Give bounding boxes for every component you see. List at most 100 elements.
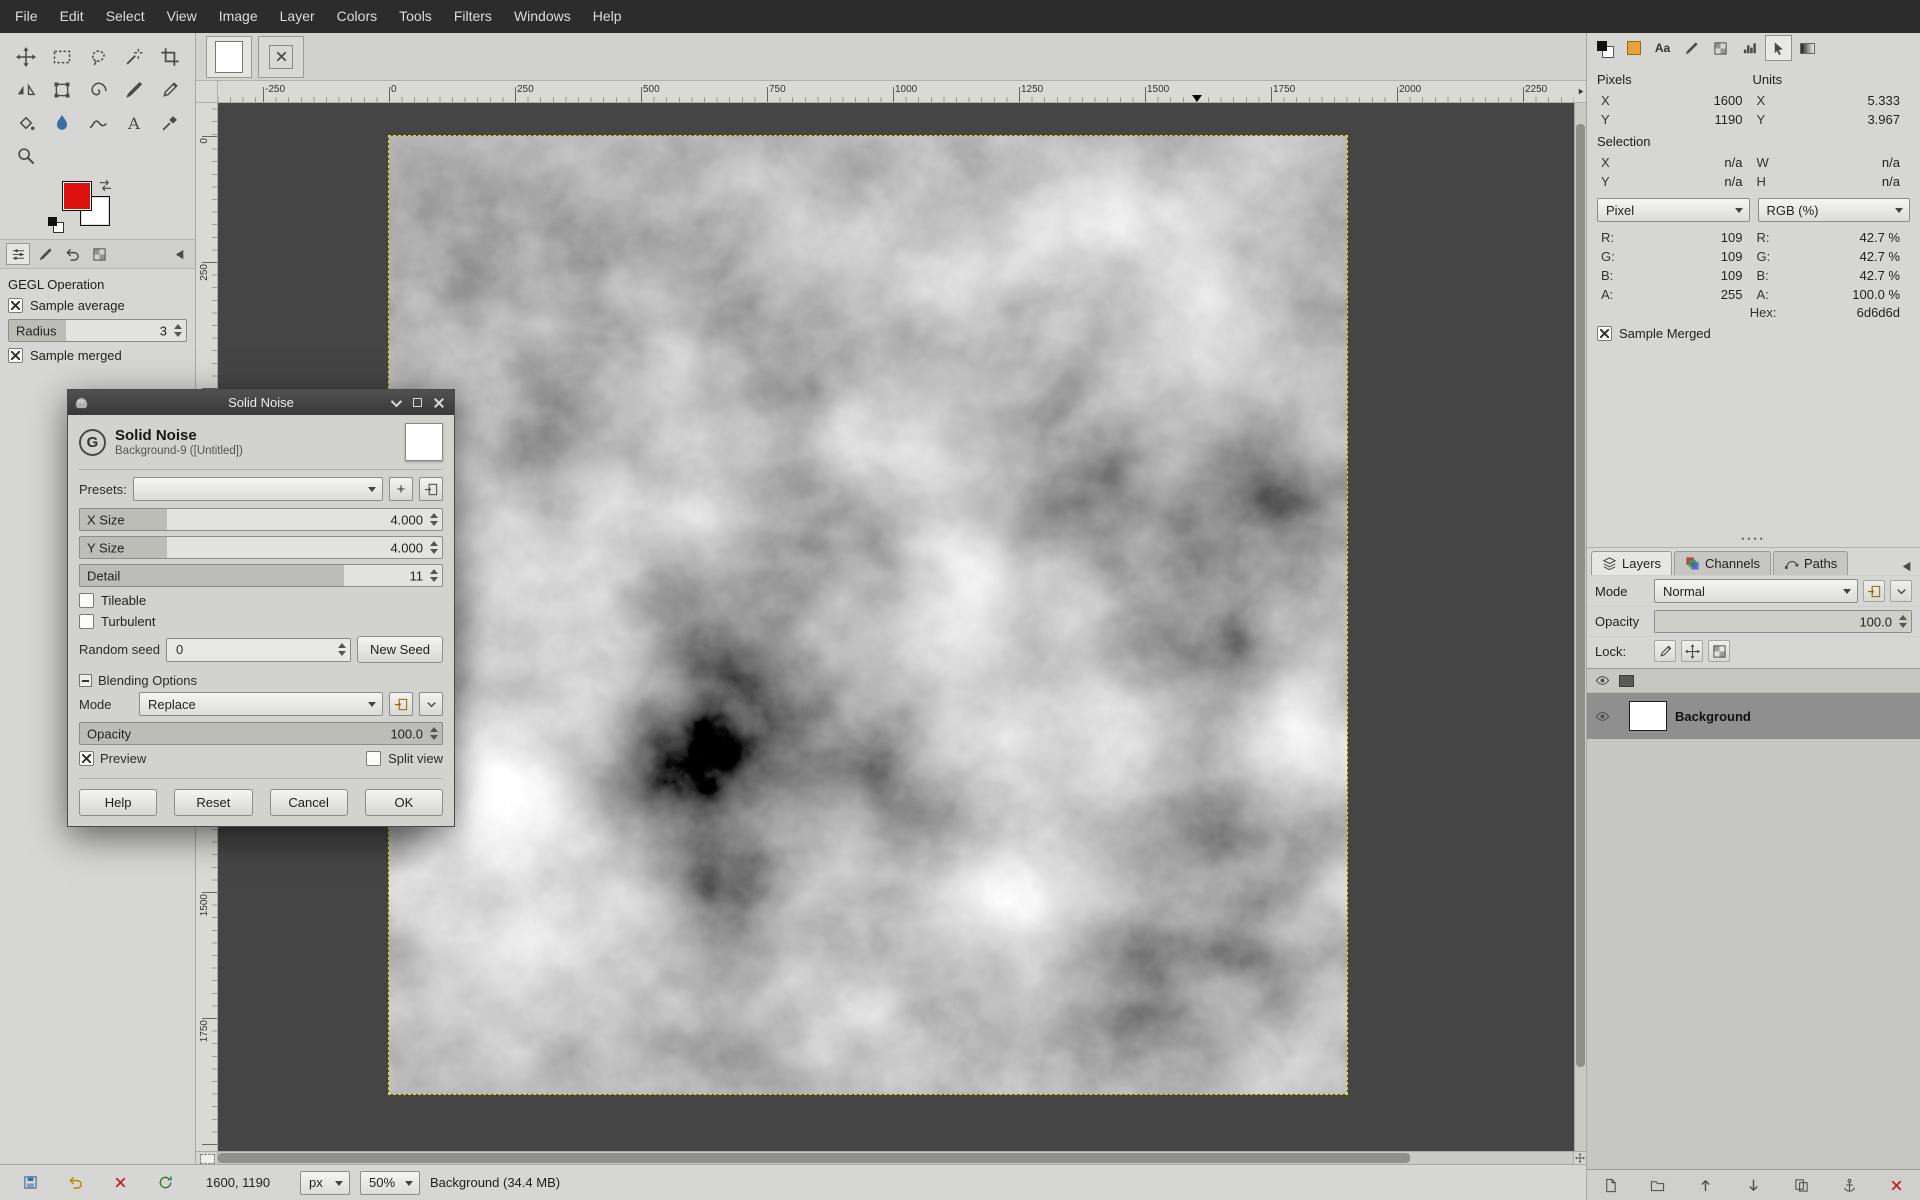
menu-select[interactable]: Select xyxy=(95,0,156,33)
y-size-spinner[interactable] xyxy=(428,537,440,558)
presets-select[interactable] xyxy=(133,477,383,501)
layer-row-background[interactable]: Background xyxy=(1587,693,1920,739)
mode-select[interactable]: Replace xyxy=(139,692,383,716)
menu-help[interactable]: Help xyxy=(582,0,633,33)
sample-average-checkbox[interactable] xyxy=(8,298,23,313)
menu-edit[interactable]: Edit xyxy=(49,0,95,33)
device-status-tab[interactable] xyxy=(33,243,57,265)
menu-file[interactable]: File xyxy=(4,0,49,33)
brushes-dock-tab[interactable] xyxy=(1678,35,1705,61)
opacity-slider[interactable]: Opacity 100.0 xyxy=(79,722,443,745)
preview-checkbox[interactable] xyxy=(79,751,94,766)
dialog-titlebar[interactable]: Solid Noise xyxy=(68,390,454,415)
unit-select[interactable]: px xyxy=(300,1171,350,1195)
lock-alpha-button[interactable] xyxy=(1708,640,1730,662)
radius-spinner[interactable] xyxy=(172,320,184,341)
lock-pixels-button[interactable] xyxy=(1654,640,1676,662)
help-button[interactable]: Help xyxy=(79,789,157,816)
new-layer-button[interactable] xyxy=(1597,1173,1623,1197)
maximize-button[interactable] xyxy=(408,394,426,412)
layer-opacity-slider[interactable]: 100.0 xyxy=(1654,610,1912,633)
manage-presets-button[interactable] xyxy=(419,477,443,501)
mode-menu-button[interactable] xyxy=(419,692,443,716)
new-seed-button[interactable]: New Seed xyxy=(357,636,443,663)
mode-menu-button[interactable] xyxy=(1890,580,1912,602)
detail-slider[interactable]: Detail 11 xyxy=(79,564,443,587)
blend-space-button[interactable] xyxy=(389,692,413,716)
layer-row-extra[interactable] xyxy=(1587,669,1920,693)
bucket-fill-tool-button[interactable] xyxy=(10,108,42,138)
split-view-checkbox[interactable] xyxy=(366,751,381,766)
swap-colors-icon[interactable] xyxy=(98,178,114,192)
pointer-format-right-select[interactable]: RGB (%) xyxy=(1758,198,1911,222)
tool-options-menu-button[interactable] xyxy=(171,245,189,263)
default-colors-icon[interactable] xyxy=(48,217,64,233)
x-size-spinner[interactable] xyxy=(428,509,440,530)
save-tool-preset-button[interactable] xyxy=(17,1170,45,1196)
histogram-dock-tab[interactable] xyxy=(1736,35,1763,61)
smudge-tool-button[interactable] xyxy=(82,108,114,138)
menu-tools[interactable]: Tools xyxy=(388,0,443,33)
raise-layer-button[interactable] xyxy=(1693,1173,1719,1197)
tab-paths[interactable]: Paths xyxy=(1773,551,1848,575)
canvas-menu-button[interactable] xyxy=(1574,81,1586,103)
layer-opacity-spinner[interactable] xyxy=(1897,611,1909,632)
layer-mode-select[interactable]: Normal xyxy=(1654,579,1858,603)
paintbrush-tool-button[interactable] xyxy=(118,75,150,105)
warp-tool-button[interactable] xyxy=(82,75,114,105)
quick-mask-toggle[interactable] xyxy=(196,1152,218,1164)
palettes-dock-tab[interactable] xyxy=(1620,35,1647,61)
restore-tool-preset-button[interactable] xyxy=(62,1170,90,1196)
gradients-dock-tab[interactable] xyxy=(1794,35,1821,61)
undo-history-tab[interactable] xyxy=(60,243,84,265)
pointer-dock-tab[interactable] xyxy=(1765,35,1792,61)
opacity-spinner[interactable] xyxy=(428,723,440,744)
menu-image[interactable]: Image xyxy=(208,0,269,33)
visibility-icon[interactable] xyxy=(1593,707,1611,725)
sample-merged-tool-checkbox[interactable] xyxy=(8,348,23,363)
flip-tool-button[interactable] xyxy=(10,75,42,105)
menu-layer[interactable]: Layer xyxy=(269,0,326,33)
menu-view[interactable]: View xyxy=(156,0,208,33)
delete-tool-preset-button[interactable] xyxy=(106,1170,134,1196)
vertical-scrollbar-thumb[interactable] xyxy=(1576,124,1585,1067)
horizontal-scrollbar-thumb[interactable] xyxy=(218,1153,1410,1163)
random-seed-spinner[interactable] xyxy=(336,639,348,661)
reset-button[interactable]: Reset xyxy=(174,789,252,816)
menu-windows[interactable]: Windows xyxy=(503,0,582,33)
horizontal-scrollbar[interactable] xyxy=(218,1152,1573,1164)
fuzzy-select-tool-button[interactable] xyxy=(118,42,150,72)
rect-select-tool-button[interactable] xyxy=(46,42,78,72)
x-size-slider[interactable]: X Size 4.000 xyxy=(79,508,443,531)
patterns-dock-tab[interactable] xyxy=(1707,35,1734,61)
minimize-button[interactable] xyxy=(386,394,404,412)
pointer-format-left-select[interactable]: Pixel xyxy=(1597,198,1750,222)
delete-layer-button[interactable] xyxy=(1884,1173,1910,1197)
dock-drag-handle[interactable] xyxy=(1741,534,1766,544)
close-button[interactable] xyxy=(430,394,448,412)
anchor-layer-button[interactable] xyxy=(1836,1173,1862,1197)
reset-tool-options-button[interactable] xyxy=(151,1170,179,1196)
radius-slider[interactable]: Radius 3 xyxy=(8,319,187,342)
image-tab[interactable] xyxy=(206,36,252,78)
lock-position-button[interactable] xyxy=(1681,640,1703,662)
text-tool-button[interactable] xyxy=(118,108,150,138)
visibility-icon[interactable] xyxy=(1593,672,1611,690)
sample-merged-checkbox[interactable] xyxy=(1597,326,1612,341)
zoom-select[interactable]: 50% xyxy=(360,1171,420,1195)
vertical-scrollbar[interactable] xyxy=(1574,103,1586,1151)
blend-space-button[interactable] xyxy=(1863,580,1885,602)
tool-options-tab[interactable] xyxy=(6,243,30,265)
ok-button[interactable]: OK xyxy=(365,789,443,816)
ruler-corner[interactable] xyxy=(196,81,218,103)
tab-channels[interactable]: Channels xyxy=(1674,551,1771,575)
detail-spinner[interactable] xyxy=(428,565,440,586)
add-preset-button[interactable] xyxy=(389,477,413,501)
transform-tool-button[interactable] xyxy=(46,75,78,105)
turbulent-checkbox[interactable] xyxy=(79,614,94,629)
top-ruler[interactable]: -2500250500750100012501500175020002250 xyxy=(218,81,1574,103)
blending-options-collapse-icon[interactable] xyxy=(79,674,92,687)
menu-filters[interactable]: Filters xyxy=(443,0,503,33)
random-seed-input[interactable]: 0 xyxy=(166,638,351,662)
duplicate-layer-button[interactable] xyxy=(1788,1173,1814,1197)
